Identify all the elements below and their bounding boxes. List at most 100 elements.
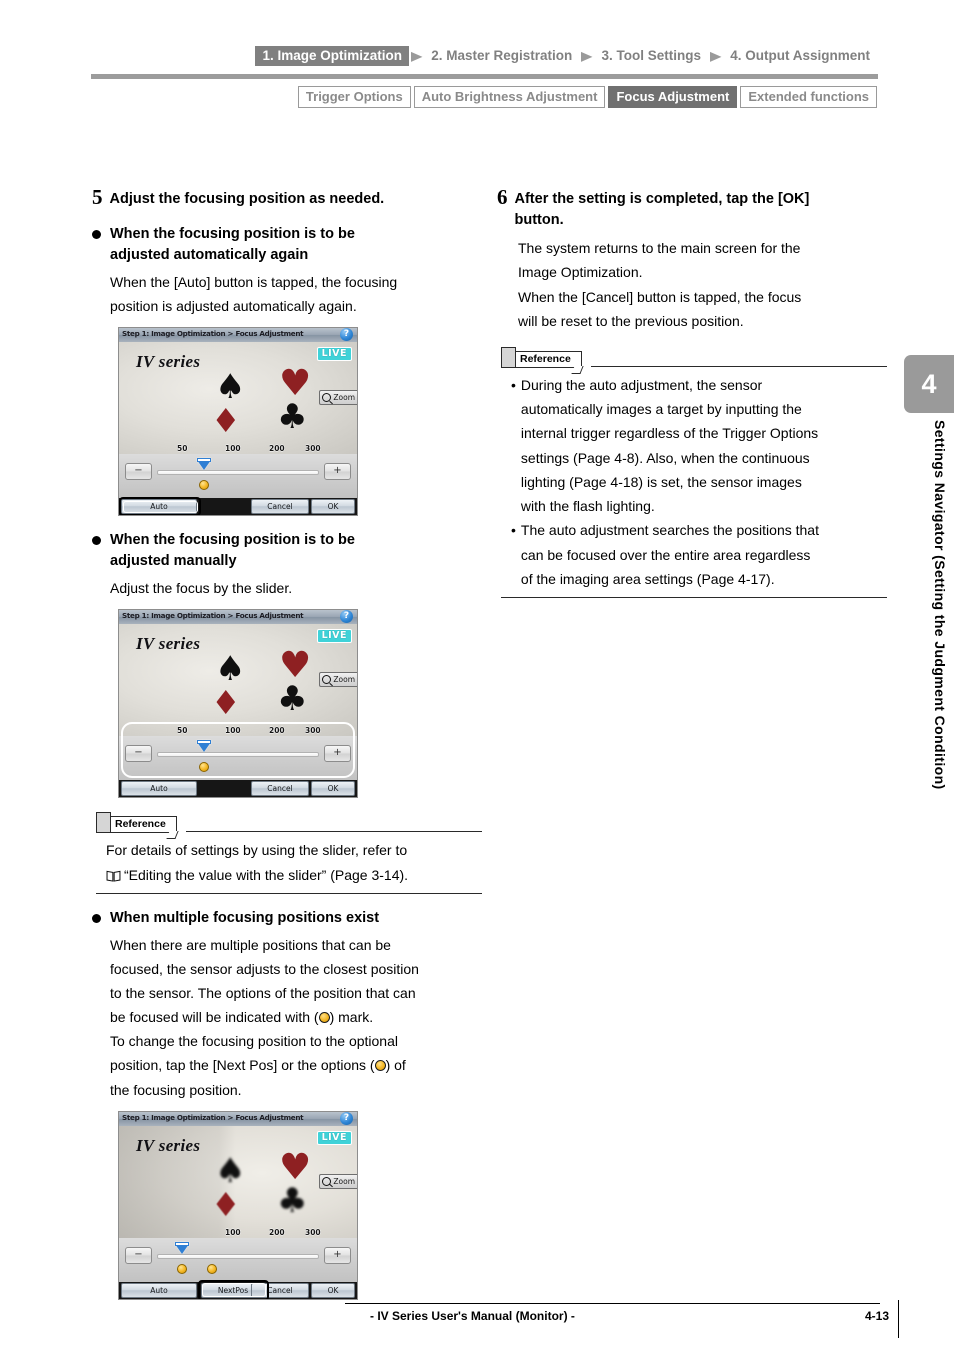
tab-focus-adjustment[interactable]: Focus Adjustment [608,86,738,108]
help-icon[interactable]: ? [340,328,353,342]
device-viewport: IV series ♠ ♥ ♦ ♣ LIVE Zoom [119,1125,357,1238]
iv-series-logo: IV series [136,634,201,654]
header-divider [91,74,878,79]
slider-tick-labels: 50 100 200 300 [119,444,357,456]
slider-increment-button[interactable]: + [324,745,351,763]
focus-position-dot-alt[interactable] [207,1263,217,1274]
reference-list-item: • The auto adjustment searches the posit… [511,518,887,591]
step-6-body-line1: The system returns to the main screen fo… [518,240,801,257]
help-icon[interactable]: ? [340,1111,353,1125]
device-cancel-button[interactable]: Cancel [251,781,309,797]
zoom-button[interactable]: Zoom [319,390,357,406]
bullet-manual-heading-line1: When the focusing position is to be [110,532,355,549]
tab-trigger-options[interactable]: Trigger Options [297,86,411,108]
slider-decrement-button[interactable]: − [125,1246,152,1264]
breadcrumb-item-image-optimization[interactable]: 1. Image Optimization [255,46,409,66]
slider-tick-200: 200 [269,444,285,454]
slider-tick-200: 200 [269,1227,285,1237]
device-cancel-button[interactable]: Cancel [251,499,309,515]
bullet-multiple-line4a: be focused will be indicated with ( [110,1009,319,1026]
slider-tick-100: 100 [225,726,241,736]
footer-divider [345,1303,880,1304]
reference-bottom-rule [501,597,887,599]
reference-tab-label: Reference [516,350,582,369]
zoom-button[interactable]: Zoom [319,1173,357,1189]
slider-track[interactable] [157,1253,319,1259]
device-button-bar: Auto Cancel OK [119,780,357,798]
bullet-manual-heading-line2: adjusted manually [110,553,237,570]
slider-tick-labels: 50 100 200 300 [119,726,357,738]
slider-increment-button[interactable]: + [324,1246,351,1264]
slider-tick-labels: 100 200 300 [119,1228,357,1240]
device-screenshot-auto: Step 1: Image Optimization > Focus Adjus… [118,327,358,517]
footer-manual-title: - IV Series User's Manual (Monitor) - [370,1309,575,1323]
bullet-manual-body: Adjust the focus by the slider. [110,576,482,600]
breadcrumb-item-master-registration[interactable]: 2. Master Registration [424,46,579,66]
device-ok-button[interactable]: OK [311,499,355,515]
reference-header: Reference [501,347,887,369]
live-badge: LIVE [316,629,352,644]
device-auto-button[interactable]: Auto [121,1282,197,1298]
slider-tick-50: 50 [177,444,188,454]
bullet-auto-body: When the [Auto] button is tapped, the fo… [110,270,482,318]
slider-handle[interactable] [197,458,211,471]
step-5-number: 5 [92,185,103,209]
slider-handle[interactable] [175,1241,189,1254]
spade-icon: ♠ [215,649,246,690]
step-5: 5 Adjust the focusing position as needed… [92,186,482,210]
ref-auto-item2-line3: of the imaging area settings (Page 4-17)… [520,570,775,587]
bullet-multiple-line6b: ) of [385,1057,406,1074]
slider-track[interactable] [157,470,319,476]
magnifier-icon [322,1176,332,1186]
device-title: Step 1: Image Optimization > Focus Adjus… [122,611,304,621]
reference-slider-line2-text: “Editing the value with the slider” (Pag… [124,866,409,883]
reference-slider-line1: For details of settings by using the sli… [106,842,408,859]
slider-track[interactable] [157,752,319,758]
magnifier-icon [322,675,332,685]
zoom-button[interactable]: Zoom [319,672,357,688]
bullet-manual-body-line1: Adjust the focus by the slider. [110,580,293,597]
slider-increment-button[interactable]: + [324,463,351,481]
step-5-title: Adjust the focusing position as needed. [109,191,385,207]
focus-position-dot[interactable] [199,762,209,773]
ref-auto-item2-line2: can be focused over the entire area rega… [520,546,811,563]
reference-slider-line2: “Editing the value with the slider” (Pag… [106,863,482,887]
device-auto-button[interactable]: Auto [121,781,197,797]
device-cancel-button[interactable]: Cancel [251,1282,309,1298]
breadcrumb-item-output-assignment[interactable]: 4. Output Assignment [723,46,877,66]
device-slider-area: 50 100 200 300 − + [119,444,357,499]
slider-decrement-button[interactable]: − [125,463,152,481]
device-ok-button[interactable]: OK [311,781,355,797]
club-icon: ♣ [277,1180,308,1221]
focus-option-dot-icon [374,1060,386,1072]
bullet-multiple-line6a: position, tap the [Next Pos] or the opti… [110,1057,375,1074]
bullet-auto-heading-line1: When the focusing position is to be [110,225,355,242]
chapter-title-vertical: Settings Navigator (Setting the Judgment… [932,420,948,790]
device-slider-area: 50 100 200 300 − + [119,722,357,781]
reference-box-slider: Reference For details of settings by usi… [96,812,482,895]
chevron-right-icon: ▶ [710,49,721,63]
book-icon [106,870,121,882]
slider-tick-300: 300 [305,726,321,736]
focus-position-dot[interactable] [199,480,209,491]
slider-handle[interactable] [197,740,211,753]
ref-auto-item1-line2: automatically images a target by inputti… [520,401,802,418]
tab-auto-brightness-adjustment[interactable]: Auto Brightness Adjustment [413,86,606,108]
diamond-icon: ♦ [211,683,241,723]
tab-extended-functions[interactable]: Extended functions [740,86,877,108]
breadcrumb-item-tool-settings[interactable]: 3. Tool Settings [594,46,708,66]
focus-position-dot[interactable] [177,1263,187,1274]
focus-option-dot-icon [318,1012,330,1024]
diamond-icon: ♦ [211,1184,241,1224]
help-icon[interactable]: ? [340,610,353,624]
device-slider-area: 100 200 300 − + [119,1228,357,1282]
slider-decrement-button[interactable]: − [125,745,152,763]
slider-tick-300: 300 [305,444,321,454]
spade-icon: ♠ [215,367,246,408]
ref-auto-item1-line6: with the flash lighting. [520,498,655,515]
bullet-multiple-body: When there are multiple positions that c… [110,933,482,1102]
device-ok-button[interactable]: OK [311,1282,355,1298]
device-title: Step 1: Image Optimization > Focus Adjus… [122,329,304,339]
step-6-body-line2: Image Optimization. [518,264,643,281]
device-auto-button[interactable]: Auto [121,499,197,515]
